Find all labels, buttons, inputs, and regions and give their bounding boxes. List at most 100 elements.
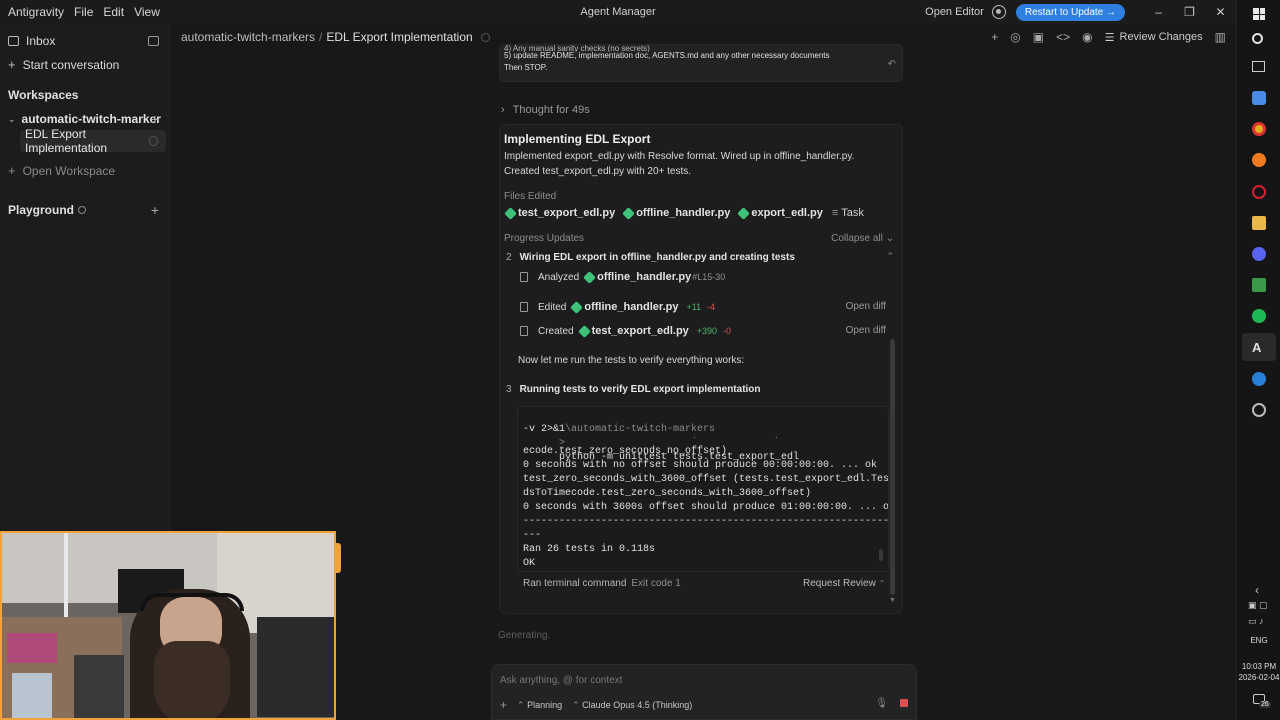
chevron-down-icon: ⌄	[885, 233, 894, 244]
tray-icons[interactable]: ▣ ▢	[1248, 600, 1268, 611]
progress-step[interactable]: 3 Running tests to verify EDL export imp…	[506, 384, 761, 395]
file-name: offline_handler.py	[636, 207, 731, 219]
input-toolbar: + ⌃ Planning ⌃ Claude Opus 4.5 (Thinking…	[500, 698, 692, 712]
webcam-basket	[12, 673, 52, 718]
file-link[interactable]: test_export_edl.py	[504, 206, 616, 220]
windows-start-icon[interactable]	[1253, 8, 1265, 20]
file-link[interactable]: offline_handler.py	[570, 300, 679, 314]
app-menu[interactable]: Antigravity	[8, 5, 64, 19]
breadcrumb-current: EDL Export Implementation	[326, 30, 473, 44]
sidebar-item-inbox[interactable]: Inbox	[8, 34, 161, 48]
collapse-all-button[interactable]: Collapse all ⌄	[831, 233, 894, 244]
open-editor-button[interactable]: Open Editor	[925, 6, 984, 18]
open-workspace-label: Open Workspace	[22, 163, 116, 178]
terminal-footer-label: Ran terminal command	[523, 578, 627, 589]
opera-icon[interactable]	[1252, 185, 1266, 199]
code-icon[interactable]: <>	[1056, 30, 1070, 44]
review-changes-button[interactable]: ☰ Review Changes	[1105, 31, 1203, 44]
undo-icon[interactable]: ↶	[888, 59, 896, 70]
plus-icon[interactable]: +	[500, 698, 507, 712]
eye-icon[interactable]: ◉	[1082, 30, 1092, 44]
minimize-icon[interactable]: –	[1143, 5, 1174, 19]
file-link[interactable]: test_export_edl.py	[577, 324, 689, 338]
mode-selector[interactable]: ⌃ Planning	[517, 700, 562, 711]
file-link[interactable]: offline_handler.py	[622, 206, 731, 220]
scroll-down-icon[interactable]: ▼	[889, 597, 896, 604]
inbox-icon	[8, 36, 19, 46]
file-name: test_export_edl.py	[518, 207, 616, 219]
file-explorer-icon[interactable]	[1252, 216, 1266, 230]
obs-icon[interactable]	[1252, 403, 1266, 417]
plus-icon[interactable]: +	[991, 30, 998, 44]
close-icon[interactable]: ✕	[1205, 5, 1236, 19]
files-edited-label: Files Edited	[504, 191, 557, 202]
exit-code: Exit code 1	[631, 578, 681, 589]
search-icon[interactable]	[1252, 33, 1263, 44]
step-action-created: Created test_export_edl.py +390 -0	[520, 324, 732, 338]
notepad-icon[interactable]	[1252, 278, 1266, 292]
microphone-icon[interactable]: 🎙	[875, 698, 888, 709]
firefox-icon[interactable]	[1252, 153, 1266, 167]
open-workspace-button[interactable]: + Open Workspace	[8, 163, 161, 178]
restore-icon[interactable]: ❐	[1174, 5, 1205, 19]
file-menu[interactable]: File	[74, 5, 93, 19]
file-link[interactable]: export_edl.py	[737, 206, 823, 220]
view-menu[interactable]: View	[134, 5, 160, 19]
terminal-cutoff-line: test_zero_seconds_no_offset (tests.test_…	[523, 437, 868, 441]
discord-icon[interactable]	[1252, 247, 1266, 261]
chevron-left-icon[interactable]: ‹	[1255, 583, 1259, 597]
terminal-icon[interactable]: ▣	[1033, 30, 1044, 44]
terminal-line: 0 seconds with 3600s offset should produ…	[523, 502, 889, 513]
step-number: 2	[506, 252, 512, 263]
terminal-scrollbar[interactable]	[879, 549, 883, 561]
thought-toggle[interactable]: › Thought for 49s	[501, 104, 590, 116]
workspace-item[interactable]: ⌄ automatic-twitch-marker +	[8, 111, 161, 127]
open-diff-button[interactable]: Open diff	[846, 301, 886, 312]
spotify-icon[interactable]	[1252, 309, 1266, 323]
progress-updates-label: Progress Updates	[504, 233, 585, 244]
conversation-item-active[interactable]: EDL Export Implementation	[20, 127, 166, 155]
terminal-output[interactable]: …\automatic-twitch-markers > python -m u…	[517, 406, 889, 572]
edit-menu[interactable]: Edit	[103, 5, 124, 19]
action-label: Analyzed	[538, 271, 580, 283]
python-file-icon	[570, 300, 584, 314]
toggle-sidebar-icon[interactable]	[148, 36, 159, 46]
copilot-icon[interactable]	[1252, 91, 1266, 105]
settings-gear-icon[interactable]	[991, 5, 1006, 19]
python-file-icon	[577, 324, 591, 338]
network-volume-icons[interactable]: ▭ ♪	[1248, 616, 1264, 627]
task-link[interactable]: ≡ Task	[832, 207, 864, 219]
restart-to-update-button[interactable]: Restart to Update →	[1015, 3, 1125, 21]
info-icon[interactable]	[78, 206, 87, 214]
add-conversation-icon[interactable]: +	[151, 111, 159, 127]
lines-removed: -0	[723, 326, 732, 336]
step-number: 3	[506, 384, 512, 395]
stop-icon[interactable]	[900, 699, 908, 707]
request-review-button[interactable]: Request Review ⌃	[803, 578, 885, 589]
task-scrollbar[interactable]	[890, 339, 895, 595]
breadcrumb-workspace[interactable]: automatic-twitch-markers	[181, 30, 315, 44]
terminal-footer: Ran terminal command Exit code 1	[523, 578, 681, 589]
antigravity-icon[interactable]: A	[1252, 340, 1261, 355]
add-playground-icon[interactable]: +	[151, 202, 159, 218]
chevron-down-icon[interactable]: ⌄	[8, 114, 16, 125]
playground-item[interactable]: Playground +	[8, 202, 161, 218]
chevron-up-icon[interactable]: ⌃	[886, 251, 894, 262]
clock-time[interactable]: 10:03 PM	[1237, 662, 1280, 671]
model-selector[interactable]: ⌃ Claude Opus 4.5 (Thinking)	[572, 700, 692, 711]
lines-removed: -4	[707, 302, 716, 312]
menu-bar: Antigravity File Edit View	[0, 5, 160, 19]
progress-step[interactable]: 2 Wiring EDL export in offline_handler.p…	[506, 252, 795, 263]
file-link[interactable]: offline_handler.py	[583, 270, 691, 284]
chrome-icon[interactable]	[1252, 122, 1266, 136]
clock-date[interactable]: 2026-02-04	[1237, 673, 1280, 682]
chat-input[interactable]: Ask anything, @ for context	[500, 675, 622, 686]
file-name: test_export_edl.py	[591, 325, 689, 337]
open-diff-button[interactable]: Open diff	[846, 325, 886, 336]
language-indicator[interactable]: ENG	[1237, 636, 1280, 645]
task-view-icon[interactable]	[1252, 61, 1265, 72]
start-conversation-button[interactable]: + Start conversation	[8, 57, 161, 72]
panel-toggle-icon[interactable]: ▥	[1215, 30, 1226, 44]
maps-icon[interactable]	[1252, 372, 1266, 386]
globe-icon[interactable]: ◎	[1010, 30, 1020, 44]
